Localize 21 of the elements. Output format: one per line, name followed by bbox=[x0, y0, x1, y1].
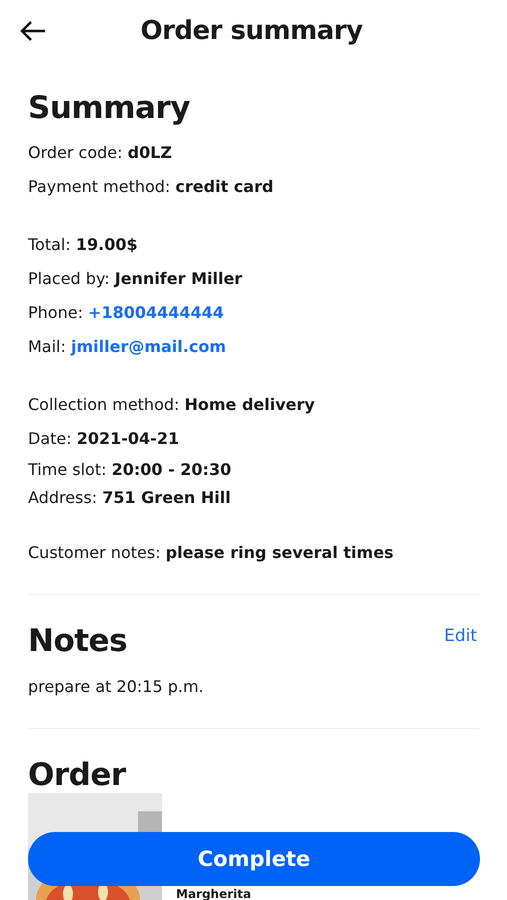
detail-line: Total: 19.00$ bbox=[28, 234, 139, 256]
section-heading: Summary bbox=[28, 90, 191, 126]
edit-link[interactable]: Edit bbox=[442, 626, 479, 646]
complete-button[interactable]: Complete bbox=[28, 832, 480, 886]
detail-line: Order code: d0LZ bbox=[28, 142, 174, 164]
detail-line: Phone: +18004444444 bbox=[28, 302, 225, 324]
back-icon[interactable] bbox=[18, 19, 48, 43]
section-heading: Notes bbox=[28, 623, 128, 659]
detail-line: Customer notes: please ring several times bbox=[28, 542, 395, 564]
detail-line: Address: 751 Green Hill bbox=[28, 487, 232, 509]
page-title: Order summary bbox=[139, 16, 364, 46]
detail-line: Payment method: credit card bbox=[28, 176, 274, 198]
detail-line: Mail: jmiller@mail.com bbox=[28, 336, 227, 358]
notes-text: prepare at 20:15 p.m. bbox=[28, 677, 205, 696]
detail-line: Time slot: 20:00 - 20:30 bbox=[28, 459, 232, 481]
section-heading: Order bbox=[28, 757, 127, 793]
contact-link[interactable]: jmiller@mail.com bbox=[70, 337, 226, 356]
contact-link[interactable]: +18004444444 bbox=[88, 303, 224, 322]
detail-line: Placed by: Jennifer Miller bbox=[28, 268, 244, 290]
detail-line: Collection method: Home delivery bbox=[28, 394, 316, 416]
detail-line: Date: 2021-04-21 bbox=[28, 428, 180, 450]
